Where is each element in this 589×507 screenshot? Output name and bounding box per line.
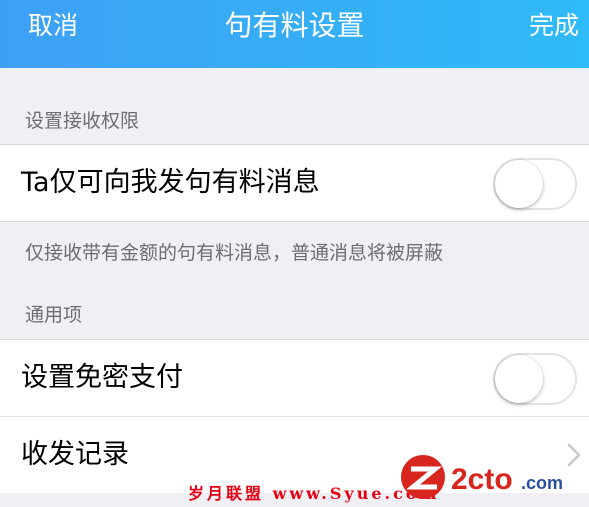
watermark: 岁月联盟 www.Syue.com 2cto .com [0, 455, 589, 507]
switch-knob [495, 355, 543, 403]
row-label: 设置免密支付 [21, 362, 183, 393]
navigation-bar: 取消 句有料设置 完成 [0, 0, 589, 68]
section-header-general: 通用项 [25, 304, 83, 326]
svg-text:2cto: 2cto [451, 463, 513, 496]
section-header-receive-permission: 设置接收权限 [25, 110, 140, 132]
row-password-free-payment[interactable]: 设置免密支付 [0, 340, 589, 416]
divider [0, 221, 589, 222]
switch-knob [495, 160, 543, 208]
watermark-logo-icon: 2cto .com [401, 455, 563, 499]
page-title: 句有料设置 [224, 9, 365, 42]
only-juyouliao-switch[interactable] [493, 158, 577, 210]
done-button[interactable]: 完成 [529, 0, 579, 56]
row-only-juyouliao[interactable]: Ta仅可向我发句有料消息 [0, 145, 589, 221]
svg-text:.com: .com [521, 473, 563, 493]
row-label: Ta仅可向我发句有料消息 [21, 167, 320, 198]
section-footer-note: 仅接收带有金额的句有料消息，普通消息将被屏蔽 [25, 242, 444, 264]
password-free-payment-switch[interactable] [493, 353, 577, 405]
